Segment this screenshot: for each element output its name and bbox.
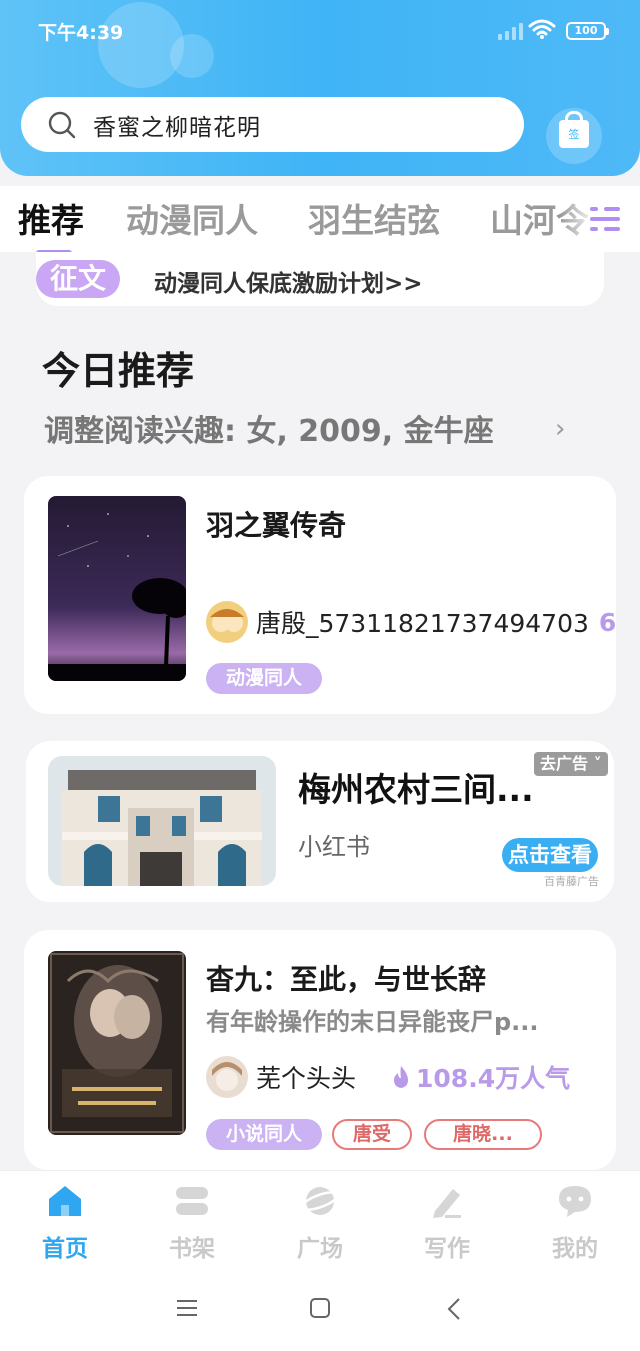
- nav-write[interactable]: 写作: [402, 1183, 492, 1263]
- search-icon: [48, 111, 76, 138]
- genre-tag[interactable]: 小说同人: [206, 1119, 322, 1150]
- nav-me[interactable]: 我的: [530, 1183, 620, 1263]
- status-bar: 下午4:39 100: [0, 0, 640, 64]
- author-name: 芜个头头: [256, 1064, 357, 1093]
- contest-badge: 征文: [36, 260, 120, 298]
- gift-icon: 签: [559, 120, 589, 148]
- remove-ad-button[interactable]: 去广告 ˅: [534, 752, 608, 776]
- author-avatar: [206, 601, 248, 643]
- tab-yuzuru-hanyu[interactable]: 羽生结弦: [308, 194, 440, 242]
- planet-icon: [300, 1183, 340, 1219]
- book-title: 杳九：至此，与世长辞: [206, 963, 487, 996]
- nav-square[interactable]: 广场: [275, 1183, 365, 1263]
- book-cover: [48, 951, 186, 1135]
- ad-title: 梅州农村三间...: [298, 770, 534, 809]
- ad-image: [48, 756, 276, 886]
- tab-anime-fanfic[interactable]: 动漫同人: [126, 194, 258, 242]
- system-nav-bar: [0, 1266, 640, 1351]
- status-time: 下午4:39: [38, 22, 124, 44]
- bookshelf-icon: [172, 1183, 212, 1219]
- chat-bubble-icon: [555, 1183, 595, 1219]
- recent-apps-icon[interactable]: [176, 1298, 198, 1318]
- search-bar[interactable]: 香蜜之柳暗花明: [21, 97, 524, 152]
- genre-tag[interactable]: 动漫同人: [206, 663, 322, 694]
- topic-tag[interactable]: 唐晓...: [424, 1119, 542, 1150]
- nav-label: 首页: [42, 1236, 88, 1262]
- ad-card[interactable]: 梅州农村三间... 小红书 去广告 ˅ 点击查看 百青藤广告: [26, 741, 614, 902]
- author-avatar: [206, 1056, 248, 1098]
- pen-icon: [427, 1183, 467, 1219]
- ad-cta-button[interactable]: 点击查看: [502, 838, 598, 872]
- author-row: 芜个头头 108.4万人气: [206, 1056, 596, 1098]
- search-query: 香蜜之柳暗花明: [93, 114, 261, 141]
- nav-label: 我的: [552, 1236, 598, 1262]
- tab-recommend[interactable]: 推荐: [18, 194, 84, 242]
- author-row: 唐殷_57311821737494703 68: [206, 601, 616, 643]
- nav-bookshelf[interactable]: 书架: [147, 1183, 237, 1263]
- signal-icon: [498, 22, 523, 40]
- nav-home[interactable]: 首页: [20, 1183, 110, 1263]
- back-icon[interactable]: [446, 1297, 462, 1321]
- wifi-icon: [528, 19, 556, 39]
- header: 下午4:39 100 香蜜之柳暗花明 签: [0, 0, 640, 176]
- remove-ad-label: 去广告: [540, 754, 589, 773]
- tab-menu-icon[interactable]: [590, 204, 622, 234]
- book-cover: [48, 496, 186, 681]
- popularity-count: 68: [598, 607, 616, 637]
- nav-label: 写作: [424, 1236, 470, 1262]
- nav-label: 广场: [297, 1236, 343, 1262]
- contest-banner[interactable]: 征文 动漫同人保底激励计划>>: [36, 252, 604, 306]
- book-card[interactable]: 杳九：至此，与世长辞 有年龄操作的末日异能丧尸p... 芜个头头 108.4万人…: [24, 930, 616, 1170]
- book-title: 羽之翼传奇: [206, 509, 347, 542]
- battery-icon: 100: [566, 22, 609, 40]
- book-card[interactable]: 羽之翼传奇 唐殷_57311821737494703 68 动漫同人: [24, 476, 616, 714]
- popularity: 108.4万人气: [392, 1059, 570, 1095]
- ad-source: 小红书: [298, 833, 370, 861]
- bottom-nav: 首页 书架 广场 写作 我的: [0, 1170, 640, 1266]
- home-icon: [45, 1183, 85, 1219]
- topic-tag[interactable]: 唐受: [332, 1119, 412, 1150]
- ad-brand: 百青藤广告: [544, 875, 599, 888]
- flame-icon: [394, 1066, 409, 1088]
- chevron-right-icon: ›: [555, 414, 566, 444]
- contest-banner-text: 动漫同人保底激励计划>>: [154, 271, 423, 297]
- popularity-count: 108.4万人气: [416, 1064, 571, 1093]
- home-system-icon[interactable]: [309, 1297, 331, 1319]
- sign-in-gift-button[interactable]: 签: [546, 108, 602, 164]
- section-title: 今日推荐: [42, 349, 195, 393]
- category-tabs: 推荐 动漫同人 羽生结弦 山河令: [0, 186, 640, 256]
- author-name: 唐殷_57311821737494703: [256, 609, 589, 638]
- nav-label: 书架: [169, 1236, 215, 1262]
- book-description: 有年龄操作的末日异能丧尸p...: [206, 1008, 539, 1036]
- reading-interest-link[interactable]: 调整阅读兴趣: 女, 2009, 金牛座: [44, 406, 494, 450]
